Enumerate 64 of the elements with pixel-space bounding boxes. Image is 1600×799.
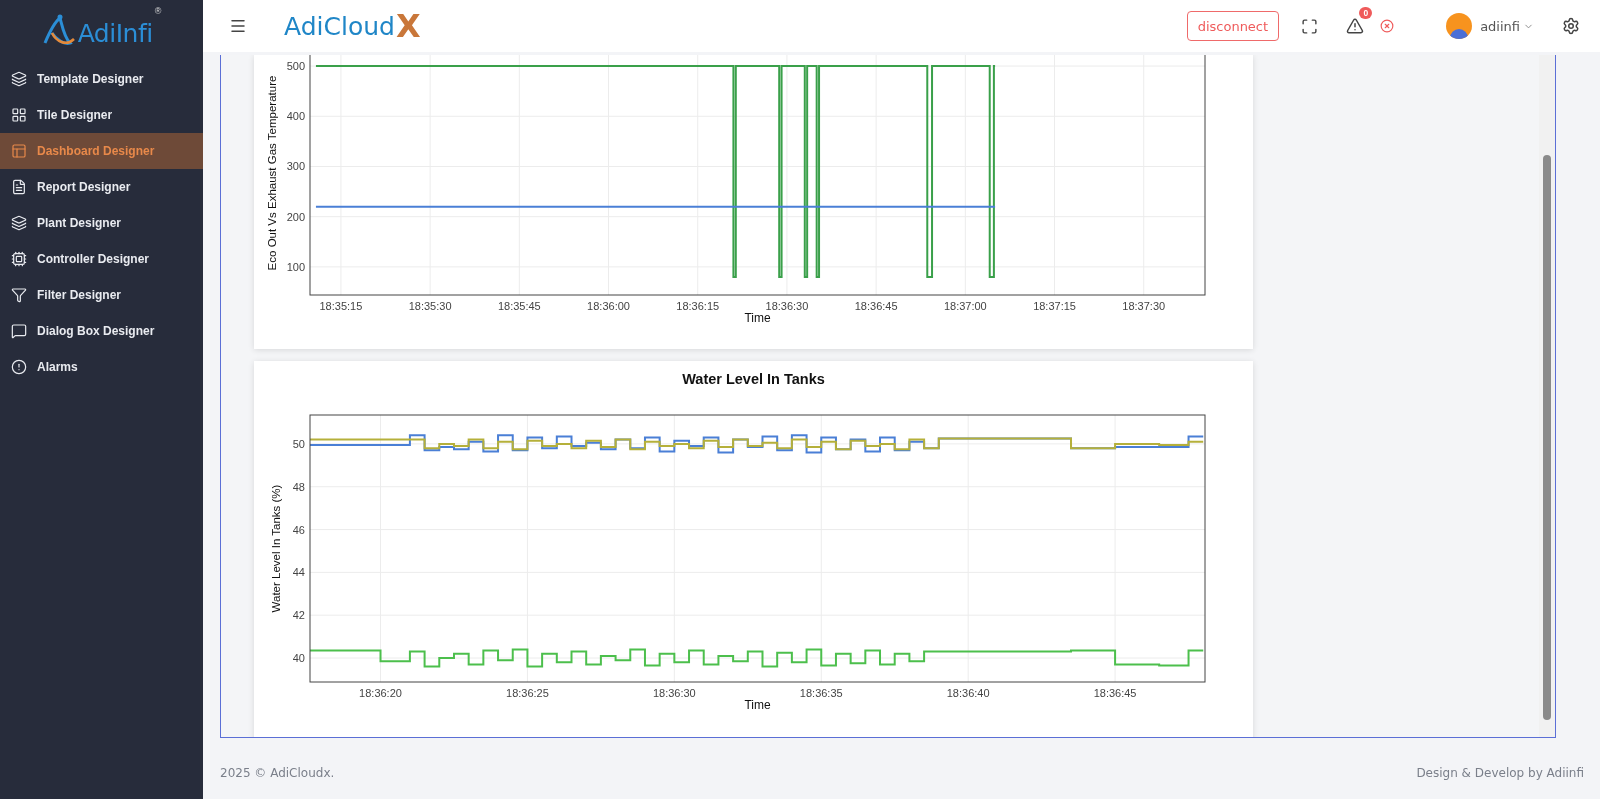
sidebar-item[interactable]: Alarms bbox=[0, 349, 203, 385]
fullscreen-icon[interactable] bbox=[1301, 17, 1319, 35]
tick-label: 18:37:00 bbox=[943, 300, 987, 312]
tick-label: 200 bbox=[286, 210, 305, 223]
tick-label: 46 bbox=[292, 523, 305, 536]
brand-text: AdiCloud bbox=[284, 11, 395, 41]
tick-label: 18:36:20 bbox=[359, 687, 402, 699]
sidebar-item[interactable]: Filter Designer bbox=[0, 277, 203, 313]
sidebar-item[interactable]: Plant Designer bbox=[0, 205, 203, 241]
user-name[interactable]: adiinfi bbox=[1480, 18, 1520, 34]
tick-label: 500 bbox=[286, 60, 305, 73]
tick-label: 18:36:30 bbox=[652, 687, 696, 699]
tick-label: 18:36:00 bbox=[587, 300, 630, 312]
avatar[interactable] bbox=[1446, 13, 1473, 39]
chat-bubble-icon bbox=[11, 323, 27, 339]
layers-icon bbox=[11, 215, 27, 231]
sidebar-item[interactable]: Controller Designer bbox=[0, 241, 203, 277]
layers-icon bbox=[11, 71, 27, 87]
copyright-text: 2025 © AdiCloudx. bbox=[220, 766, 335, 780]
tick-label: 300 bbox=[286, 160, 305, 173]
filter-icon bbox=[11, 287, 27, 303]
axis-title: Time bbox=[744, 698, 771, 712]
tick-label: 18:36:25 bbox=[506, 687, 549, 699]
settings-icon[interactable] bbox=[1562, 17, 1580, 35]
alarm-count-badge: 0 bbox=[1359, 7, 1373, 19]
tick-label: 18:36:35 bbox=[799, 687, 843, 699]
tick-label: 18:36:30 bbox=[765, 300, 809, 312]
logo-text: AdiInfi bbox=[77, 19, 153, 48]
axis-title: Time bbox=[744, 311, 771, 325]
tick-label: 44 bbox=[292, 566, 305, 579]
brand-accent: X bbox=[395, 7, 421, 45]
registered-mark: ® bbox=[154, 6, 162, 16]
scrollbar[interactable] bbox=[1539, 55, 1555, 737]
sidebar-item[interactable]: Tile Designer bbox=[0, 97, 203, 133]
tick-label: 18:35:30 bbox=[408, 300, 452, 312]
tick-label: 18:36:40 bbox=[946, 687, 990, 699]
sidebar-item[interactable]: Dialog Box Designer bbox=[0, 313, 203, 349]
tick-label: 18:36:15 bbox=[676, 300, 720, 312]
tick-label: 18:37:15 bbox=[1033, 300, 1076, 312]
sidebar-item[interactable]: Template Designer bbox=[0, 61, 203, 97]
tick-label: 18:35:45 bbox=[497, 300, 541, 312]
tick-label: 42 bbox=[292, 609, 305, 622]
axis-title: Water Level In Tanks (%) bbox=[270, 484, 282, 613]
sidebar-item[interactable]: Report Designer bbox=[0, 169, 203, 205]
tick-label: 18:36:45 bbox=[854, 300, 898, 312]
tick-label: 48 bbox=[292, 480, 305, 493]
tick-label: 400 bbox=[286, 110, 305, 123]
tick-label: 18:36:45 bbox=[1093, 687, 1137, 699]
tick-label: 50 bbox=[292, 437, 305, 450]
warning-icon[interactable] bbox=[1346, 17, 1365, 35]
tick-label: 18:37:30 bbox=[1122, 300, 1166, 312]
layout-icon bbox=[11, 143, 27, 159]
axis-title: Eco Out Vs Exhaust Gas Temperature bbox=[266, 75, 278, 271]
alert-circle-icon bbox=[11, 359, 27, 375]
chart-title: Water Level In Tanks bbox=[681, 370, 826, 389]
close-circle-icon[interactable] bbox=[1380, 19, 1395, 33]
document-icon bbox=[11, 179, 27, 195]
tick-label: 40 bbox=[292, 652, 305, 664]
tick-label: 100 bbox=[286, 260, 305, 273]
chip-icon bbox=[11, 251, 27, 267]
grid-icon bbox=[11, 107, 27, 123]
tick-label: 18:35:15 bbox=[319, 300, 363, 312]
credit-text: Design & Develop by Adiinfi bbox=[1416, 766, 1584, 780]
menu-icon[interactable] bbox=[229, 17, 247, 35]
